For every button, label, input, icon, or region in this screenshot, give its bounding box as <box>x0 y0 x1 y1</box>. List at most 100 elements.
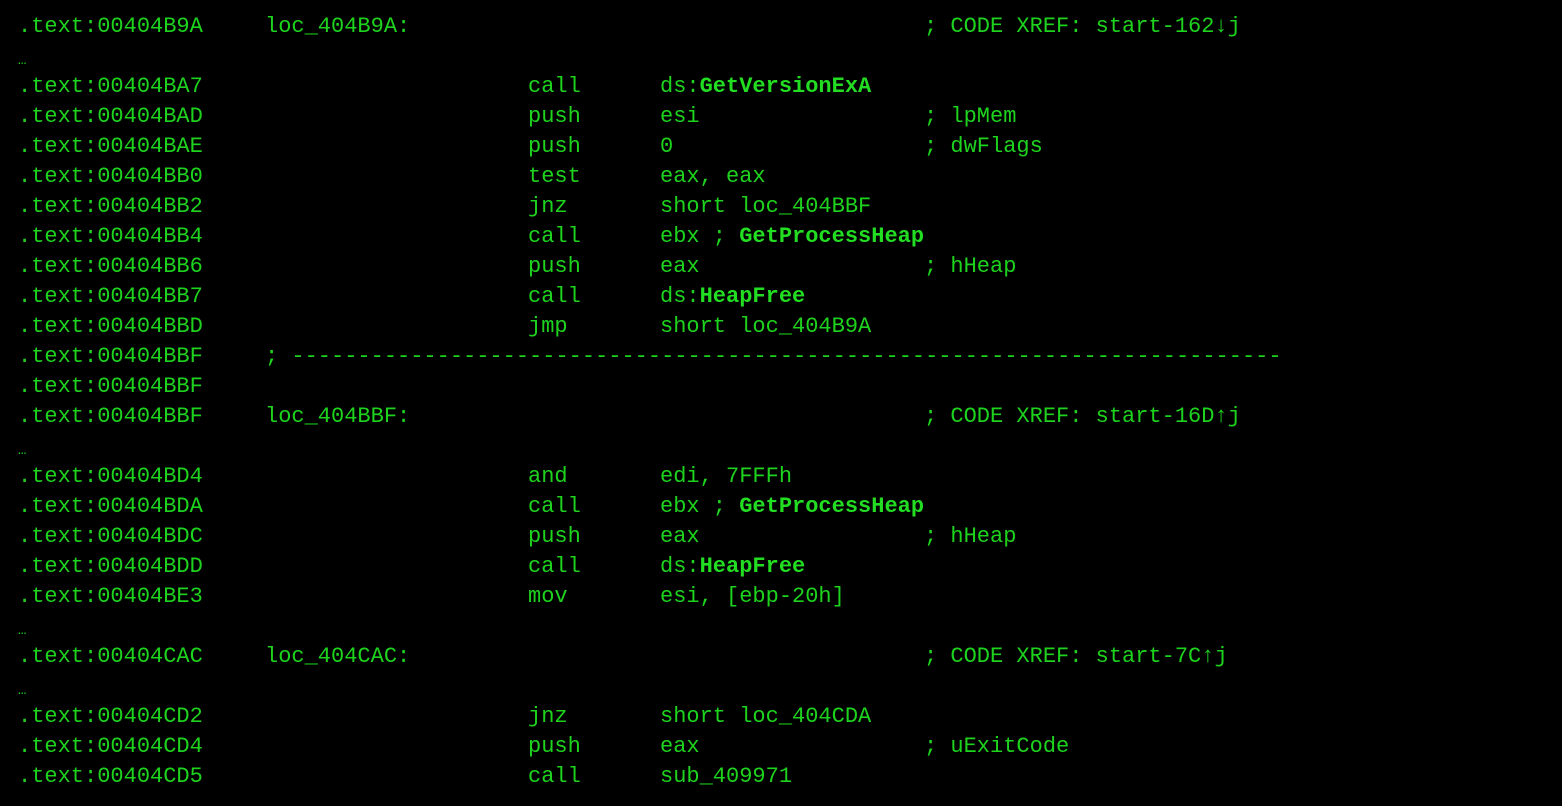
address[interactable]: .text:00404BAD <box>18 102 203 132</box>
instruction-line[interactable]: .text:00404BB6 push eax ; hHeap <box>18 252 1562 282</box>
address[interactable]: .text:00404CD4 <box>18 732 203 762</box>
operand[interactable]: eax <box>660 252 700 282</box>
instruction-line[interactable]: .text:00404BDD call ds:HeapFree <box>18 552 1562 582</box>
address[interactable]: .text:00404BDC <box>18 522 203 552</box>
elided-lines-marker[interactable]: … <box>18 672 1562 702</box>
xref-comment[interactable]: ; CODE XREF: start-16D↑j <box>924 402 1241 432</box>
inline-comment: ; hHeap <box>924 524 1017 549</box>
api-function-name[interactable]: GetVersionExA <box>700 74 872 99</box>
operand[interactable]: ebx ; GetProcessHeap <box>660 492 924 522</box>
address[interactable]: .text:00404BE3 <box>18 582 203 612</box>
address[interactable]: .text:00404BBD <box>18 312 203 342</box>
mnemonic[interactable]: call <box>528 222 581 252</box>
address[interactable]: .text:00404BBF <box>18 402 203 432</box>
operand[interactable]: eax <box>660 732 700 762</box>
operand[interactable]: eax, eax <box>660 162 766 192</box>
elided-lines-marker[interactable]: … <box>18 432 1562 462</box>
inline-comment: ; lpMem <box>924 104 1017 129</box>
operand[interactable]: eax <box>660 522 700 552</box>
instruction-line[interactable]: .text:00404CD5 call sub_409971 <box>18 762 1562 792</box>
operand[interactable]: ds:HeapFree <box>660 282 805 312</box>
instruction-line[interactable]: .text:00404BAE push 0 ; dwFlags <box>18 132 1562 162</box>
mnemonic[interactable]: push <box>528 132 581 162</box>
address[interactable]: .text:00404BAE <box>18 132 203 162</box>
inline-comment: ; hHeap <box>924 254 1017 279</box>
elided-lines-marker[interactable]: … <box>18 612 1562 642</box>
mnemonic[interactable]: call <box>528 762 581 792</box>
operand-text: eax <box>660 254 700 279</box>
address[interactable]: .text:00404BB2 <box>18 192 203 222</box>
mnemonic[interactable]: jnz <box>528 702 568 732</box>
mnemonic[interactable]: jmp <box>528 312 568 342</box>
mnemonic[interactable]: push <box>528 522 581 552</box>
address[interactable]: .text:00404BA7 <box>18 72 203 102</box>
mnemonic[interactable]: push <box>528 252 581 282</box>
operand[interactable]: esi, [ebp-20h] <box>660 582 845 612</box>
address[interactable]: .text:00404BDD <box>18 552 203 582</box>
instruction-line[interactable]: .text:00404BE3 mov esi, [ebp-20h] <box>18 582 1562 612</box>
mnemonic[interactable]: call <box>528 552 581 582</box>
mnemonic[interactable]: call <box>528 282 581 312</box>
instruction-line[interactable]: .text:00404BD4 and edi, 7FFFh <box>18 462 1562 492</box>
instruction-line[interactable]: .text:00404BDA call ebx ; GetProcessHeap <box>18 492 1562 522</box>
operand[interactable]: sub_409971 <box>660 762 792 792</box>
operand[interactable]: edi, 7FFFh <box>660 462 792 492</box>
instruction-line[interactable]: .text:00404BB4 call ebx ; GetProcessHeap <box>18 222 1562 252</box>
address[interactable]: .text:00404BDA <box>18 492 203 522</box>
code-label[interactable]: loc_404B9A: <box>265 12 410 42</box>
mnemonic[interactable]: push <box>528 732 581 762</box>
xref-comment[interactable]: ; CODE XREF: start-162↓j <box>924 12 1241 42</box>
instruction-line[interactable]: .text:00404BB2 jnz short loc_404BBF <box>18 192 1562 222</box>
empty-address-line[interactable]: .text:00404BBF <box>18 372 1562 402</box>
api-function-name[interactable]: HeapFree <box>700 554 806 579</box>
instruction-line[interactable]: .text:00404BB7 call ds:HeapFree <box>18 282 1562 312</box>
operand[interactable]: ds:GetVersionExA <box>660 72 871 102</box>
disassembly-listing[interactable]: .text:00404B9A loc_404B9A: ; CODE XREF: st… <box>18 12 1562 792</box>
mnemonic[interactable]: mov <box>528 582 568 612</box>
address[interactable]: .text:00404BBF <box>18 372 203 402</box>
address[interactable]: .text:00404BB4 <box>18 222 203 252</box>
instruction-line[interactable]: .text:00404BBD jmp short loc_404B9A <box>18 312 1562 342</box>
api-function-name[interactable]: GetProcessHeap <box>739 494 924 519</box>
api-function-name[interactable]: GetProcessHeap <box>739 224 924 249</box>
instruction-line[interactable]: .text:00404BA7 call ds:GetVersionExA <box>18 72 1562 102</box>
mnemonic[interactable]: jnz <box>528 192 568 222</box>
label-line[interactable]: .text:00404B9A loc_404B9A: ; CODE XREF: st… <box>18 12 1562 42</box>
instruction-line[interactable]: .text:00404CD4 push eax ; uExitCode <box>18 732 1562 762</box>
operand[interactable]: short loc_404CDA <box>660 702 871 732</box>
address[interactable]: .text:00404CD5 <box>18 762 203 792</box>
separator-line[interactable]: .text:00404BBF ; ------------------------… <box>18 342 1562 372</box>
label-line[interactable]: .text:00404BBF loc_404BBF: ; CODE XREF: st… <box>18 402 1562 432</box>
operand[interactable]: esi <box>660 102 700 132</box>
address[interactable]: .text:00404B9A <box>18 12 203 42</box>
operand[interactable]: ds:HeapFree <box>660 552 805 582</box>
mnemonic[interactable]: call <box>528 72 581 102</box>
mnemonic[interactable]: and <box>528 462 568 492</box>
address[interactable]: .text:00404BB7 <box>18 282 203 312</box>
operand[interactable]: 0 <box>660 132 673 162</box>
operand-text: eax <box>660 734 700 759</box>
address[interactable]: .text:00404BB6 <box>18 252 203 282</box>
operand[interactable]: ebx ; GetProcessHeap <box>660 222 924 252</box>
elided-lines-marker[interactable]: … <box>18 42 1562 72</box>
operand[interactable]: short loc_404BBF <box>660 192 871 222</box>
mnemonic[interactable]: call <box>528 492 581 522</box>
xref-comment[interactable]: ; CODE XREF: start-7C↑j <box>924 642 1228 672</box>
address[interactable]: .text:00404CAC <box>18 642 203 672</box>
address[interactable]: .text:00404BB0 <box>18 162 203 192</box>
instruction-line[interactable]: .text:00404CD2 jnz short loc_404CDA <box>18 702 1562 732</box>
operand-text: 0 <box>660 134 674 159</box>
mnemonic[interactable]: test <box>528 162 581 192</box>
instruction-line[interactable]: .text:00404BDC push eax ; hHeap <box>18 522 1562 552</box>
address[interactable]: .text:00404BBF <box>18 342 203 372</box>
code-label[interactable]: loc_404CAC: <box>265 642 410 672</box>
instruction-line[interactable]: .text:00404BAD push esi ; lpMem <box>18 102 1562 132</box>
address[interactable]: .text:00404BD4 <box>18 462 203 492</box>
operand[interactable]: short loc_404B9A <box>660 312 871 342</box>
code-label[interactable]: loc_404BBF: <box>265 402 410 432</box>
address[interactable]: .text:00404CD2 <box>18 702 203 732</box>
instruction-line[interactable]: .text:00404BB0 test eax, eax <box>18 162 1562 192</box>
label-line[interactable]: .text:00404CAC loc_404CAC: ; CODE XREF: st… <box>18 642 1562 672</box>
mnemonic[interactable]: push <box>528 102 581 132</box>
api-function-name[interactable]: HeapFree <box>700 284 806 309</box>
